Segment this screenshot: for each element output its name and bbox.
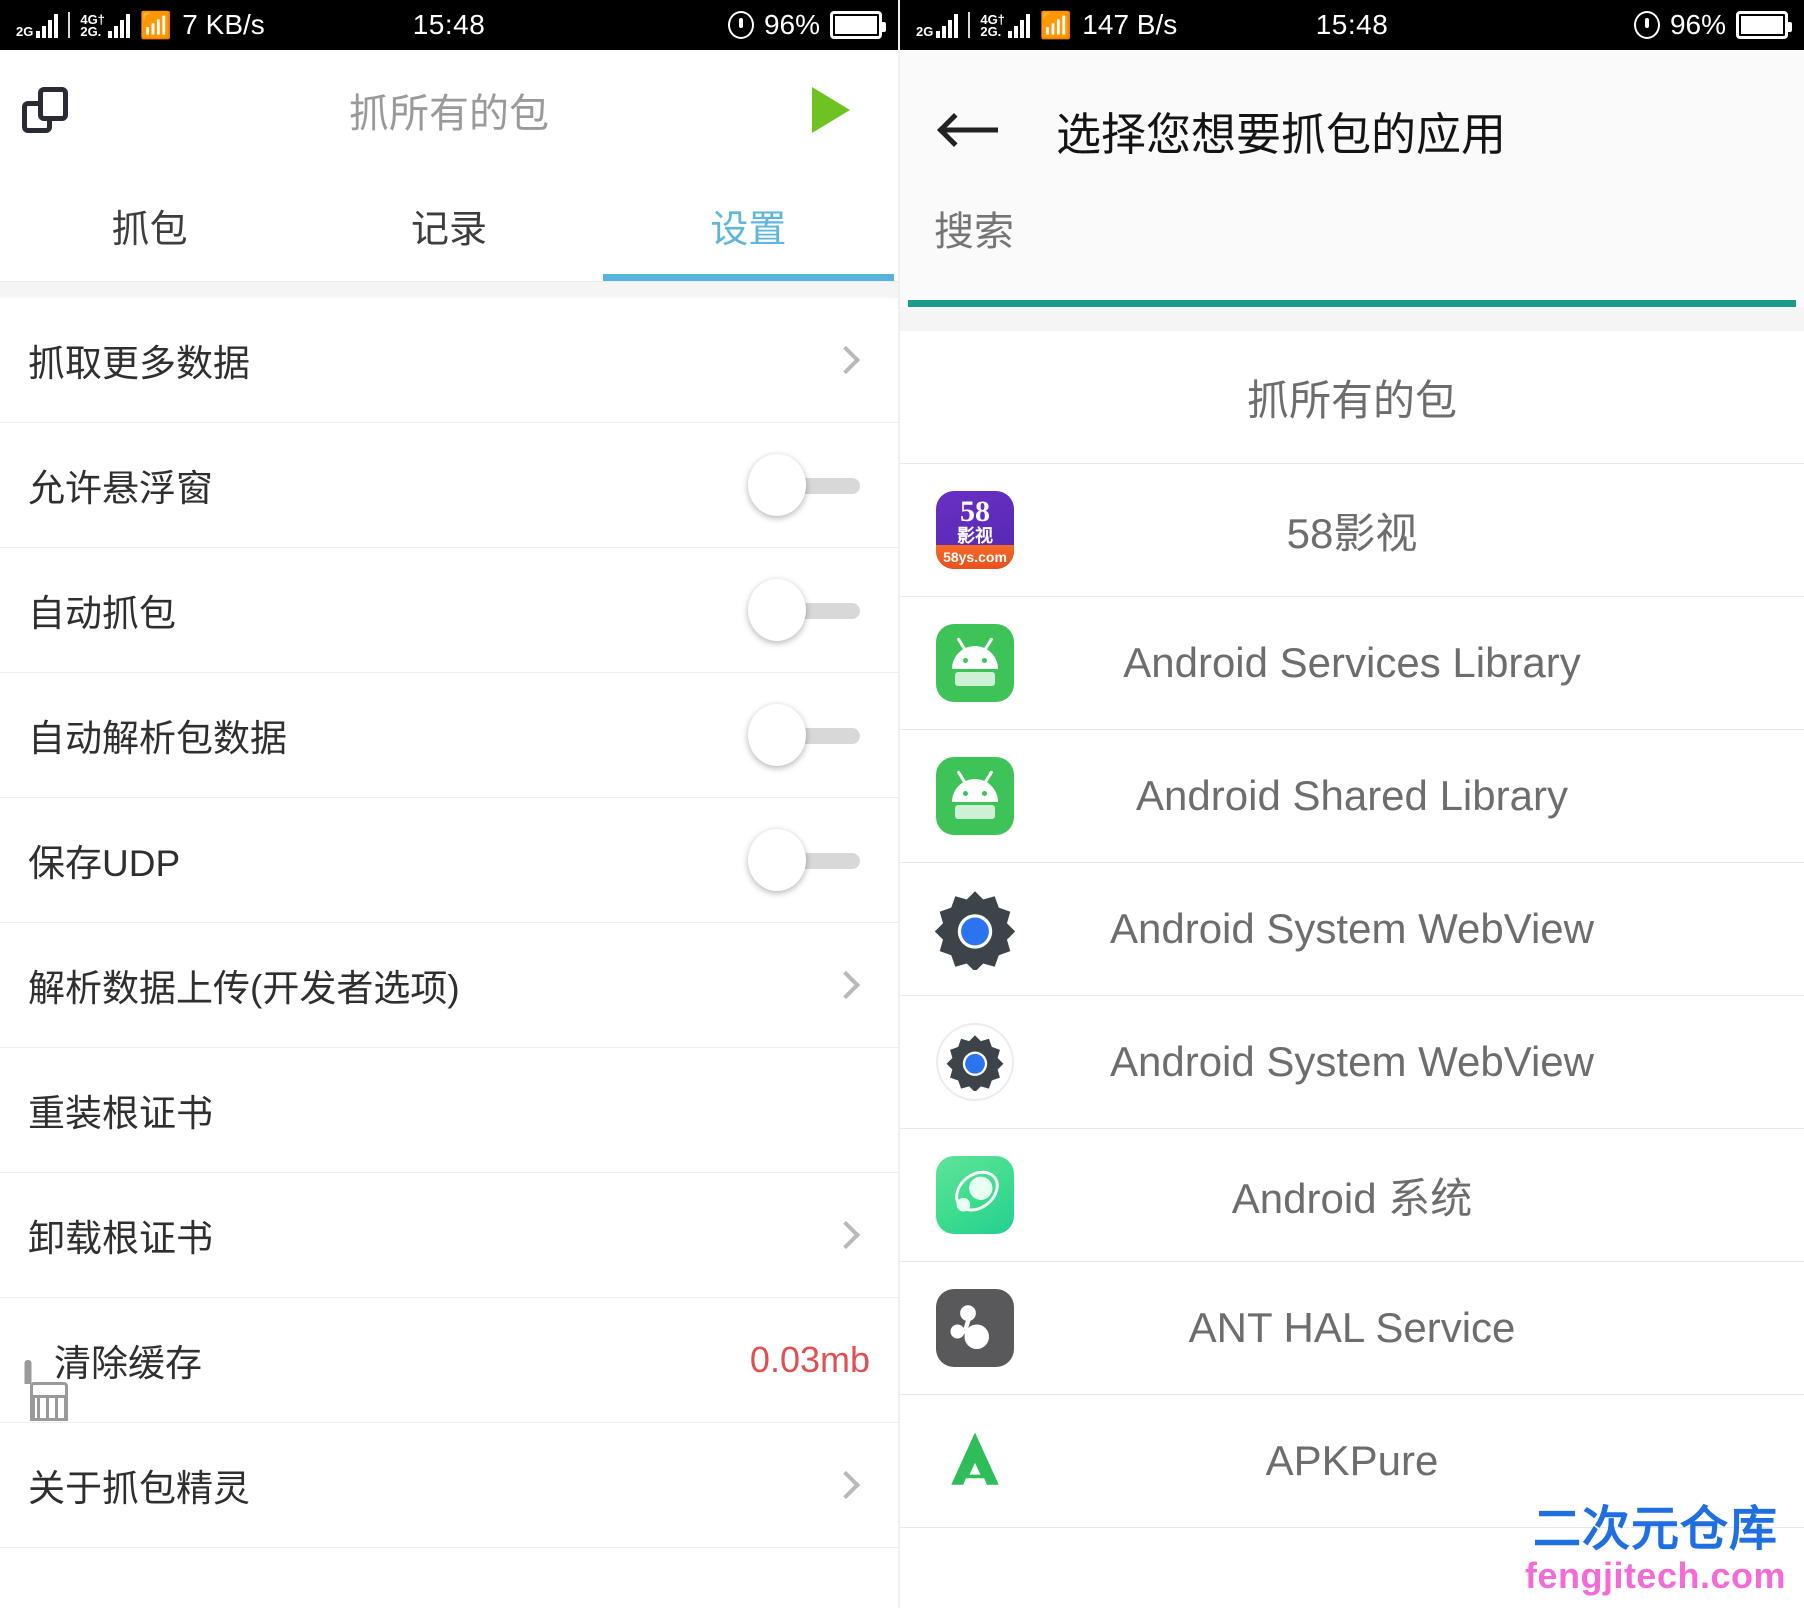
chevron-right-icon	[831, 1470, 861, 1500]
chevron-right-icon	[831, 1220, 861, 1250]
settings-row-save-udp[interactable]: 保存UDP	[0, 798, 898, 923]
settings-row-label: 允许悬浮窗	[28, 468, 213, 509]
battery-percent-label: 96%	[1669, 9, 1726, 40]
page-title: 选择您想要抓包的应用	[1056, 108, 1507, 160]
settings-row-label: 自动解析包数据	[28, 718, 287, 759]
app-list-item-capture-all[interactable]: 抓所有的包	[900, 331, 1804, 464]
settings-row-allow-floating-window[interactable]: 允许悬浮窗	[0, 423, 898, 548]
chevron-right-icon	[831, 970, 861, 1000]
app-58ys-icon-text: 影视	[957, 526, 993, 546]
settings-row-label: 保存UDP	[28, 843, 181, 884]
cache-size-value: 0.03mb	[749, 1339, 870, 1380]
settings-row-capture-more-data[interactable]: 抓取更多数据	[0, 298, 898, 423]
gear-circle-icon	[900, 1023, 1050, 1101]
tab-capture[interactable]: 抓包	[0, 170, 299, 281]
ant-hal-svg	[950, 1305, 989, 1349]
tab-records-label: 记录	[410, 209, 487, 251]
battery-icon	[1736, 11, 1792, 39]
tab-settings-label: 设置	[710, 209, 787, 251]
app-list-item-android-services-library[interactable]: Android Services Library	[900, 597, 1804, 730]
app-list-item-android-system[interactable]: Android 系统	[900, 1129, 1804, 1262]
rotation-lock-icon	[727, 11, 754, 39]
settings-list: 抓取更多数据 允许悬浮窗 自动抓包 自动解析包数据 保存UDP 解析数据上传(开…	[0, 298, 898, 1548]
settings-row-label: 解析数据上传(开发者选项)	[28, 968, 460, 1009]
app-name-label: ANT HAL Service	[1188, 1304, 1516, 1351]
app-58ys-icon-number: 58	[960, 495, 990, 528]
settings-row-label: 清除缓存	[54, 1343, 202, 1384]
tab-records[interactable]: 记录	[299, 170, 598, 281]
search-underline	[908, 300, 1796, 307]
settings-row-uninstall-root-cert[interactable]: 卸载根证书	[0, 1173, 898, 1298]
page-title: 抓所有的包	[349, 92, 549, 136]
gear-dark-svg	[934, 891, 1016, 970]
settings-row-label: 自动抓包	[28, 593, 176, 634]
settings-row-about[interactable]: 关于抓包精灵	[0, 1423, 898, 1548]
app-name-label: 58影视	[1286, 509, 1418, 557]
gear-dark-icon	[900, 888, 1050, 970]
right-app-bar: 选择您想要抓包的应用	[900, 50, 1804, 210]
play-icon[interactable]	[812, 87, 850, 133]
battery-icon	[830, 11, 886, 39]
app-name-label: Android Shared Library	[1136, 772, 1568, 819]
settings-row-clear-cache[interactable]: 清除缓存 0.03mb	[0, 1298, 898, 1423]
app-list-item-58ys[interactable]: 58 影视 58ys.com 58影视	[900, 464, 1804, 597]
left-phone-screen: 2G 4G† 2G. 📶 7 KB/s 15:48 96% 抓所有的包 抓包 记…	[0, 0, 900, 1608]
apkpure-svg	[951, 1432, 999, 1485]
status-bar-right-cluster: 96%	[1633, 9, 1792, 41]
battery-percent-label: 96%	[763, 9, 820, 40]
settings-row-auto-parse-packet-data[interactable]: 自动解析包数据	[0, 673, 898, 798]
gear-circle-svg	[946, 1035, 1004, 1091]
settings-row-label: 抓取更多数据	[28, 343, 250, 384]
android-droid-icon	[900, 757, 1050, 835]
settings-row-label: 重装根证书	[28, 1093, 213, 1134]
app-name-label: Android 系统	[1231, 1174, 1473, 1222]
settings-row-label: 关于抓包精灵	[28, 1468, 250, 1509]
app-name-label: Android System WebView	[1109, 1038, 1594, 1085]
back-arrow-icon[interactable]	[937, 108, 998, 152]
ant-hal-icon	[900, 1289, 1050, 1367]
android-droid-icon	[900, 624, 1050, 702]
app-name-label: Android Services Library	[1123, 639, 1581, 686]
search-input[interactable]	[934, 210, 1764, 255]
search-bar	[900, 210, 1804, 300]
dual-screenshot: 2G 4G† 2G. 📶 7 KB/s 15:48 96% 抓所有的包 抓包 记…	[0, 0, 1804, 1608]
app-list: 抓所有的包 58 影视 58ys.com 58影视 Android Servic…	[900, 331, 1804, 1528]
toggle-auto-capture[interactable]	[748, 579, 860, 641]
right-phone-screen: 2G 4G† 2G. 📶 147 B/s 15:48 96% 选择您想要抓包的应…	[900, 0, 1804, 1608]
app-name-label: Android System WebView	[1109, 905, 1594, 952]
tab-capture-label: 抓包	[111, 209, 188, 251]
app-list-item-android-shared-library[interactable]: Android Shared Library	[900, 730, 1804, 863]
app-list-item-android-system-webview-1[interactable]: Android System WebView	[900, 863, 1804, 996]
app-58ys-icon-domain: 58ys.com	[936, 545, 1014, 569]
android-system-icon	[900, 1156, 1050, 1234]
settings-row-label: 卸载根证书	[28, 1218, 213, 1259]
android-system-svg	[955, 1170, 999, 1212]
settings-row-reinstall-root-cert[interactable]: 重装根证书	[0, 1048, 898, 1173]
apkpure-icon	[900, 1423, 1050, 1499]
app-list-item-ant-hal-service[interactable]: ANT HAL Service	[900, 1262, 1804, 1395]
settings-row-auto-capture[interactable]: 自动抓包	[0, 548, 898, 673]
rotation-lock-icon	[1633, 11, 1660, 39]
tab-bar: 抓包 记录 设置	[0, 170, 898, 282]
app-list-top-spacer	[900, 307, 1804, 331]
list-top-spacer	[0, 282, 898, 298]
app-name-label: 抓所有的包	[1246, 376, 1457, 424]
app-58ys-icon: 58 影视 58ys.com	[900, 491, 1050, 569]
chevron-right-icon	[831, 345, 861, 375]
toggle-allow-floating-window[interactable]	[748, 454, 860, 516]
status-bar-right-cluster: 96%	[727, 9, 886, 41]
status-bar-left: 2G 4G† 2G. 📶 7 KB/s 15:48 96%	[0, 0, 898, 50]
app-list-item-apkpure[interactable]: APKPure	[900, 1395, 1804, 1528]
toggle-auto-parse-packet-data[interactable]	[748, 704, 860, 766]
watermark-domain: fengjitech.com	[1524, 1555, 1786, 1596]
toggle-save-udp[interactable]	[748, 829, 860, 891]
status-bar-right: 2G 4G† 2G. 📶 147 B/s 15:48 96%	[900, 0, 1804, 50]
copy-icon[interactable]	[22, 87, 68, 133]
left-app-bar: 抓所有的包	[0, 50, 898, 170]
app-name-label: APKPure	[1265, 1437, 1439, 1484]
app-list-item-android-system-webview-2[interactable]: Android System WebView	[900, 996, 1804, 1129]
tab-settings[interactable]: 设置	[599, 170, 898, 281]
settings-row-parse-data-upload[interactable]: 解析数据上传(开发者选项)	[0, 923, 898, 1048]
